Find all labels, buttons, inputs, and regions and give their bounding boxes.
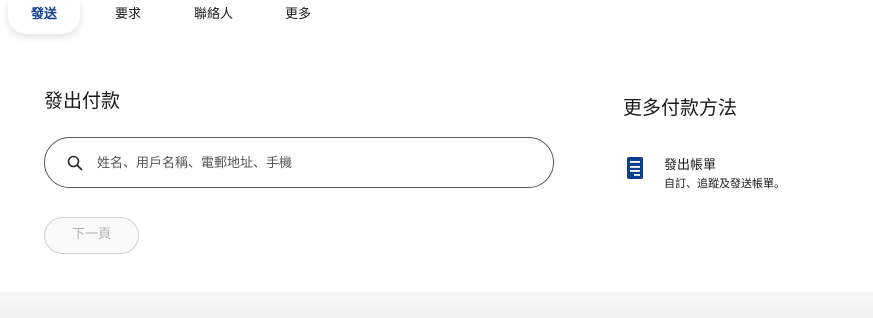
send-invoice-description: 自訂、追蹤及發送帳單。 (664, 177, 785, 190)
tab-more[interactable]: 更多 (285, 0, 311, 34)
recipient-search-field[interactable] (44, 137, 554, 188)
tab-request[interactable]: 要求 (115, 0, 141, 34)
send-invoice-link[interactable]: 發出帳單 (664, 154, 716, 173)
invoice-icon (627, 157, 643, 179)
send-payment-title: 發出付款 (44, 90, 121, 112)
bottom-area (0, 292, 873, 318)
more-methods-title: 更多付款方法 (623, 97, 738, 119)
tab-send[interactable]: 發送 (8, 0, 80, 34)
next-button[interactable]: 下一頁 (44, 217, 139, 254)
search-icon (67, 155, 83, 171)
tab-contacts[interactable]: 聯絡人 (194, 0, 233, 34)
recipient-search-input[interactable] (95, 150, 539, 176)
top-navigation: 發送 要求 聯絡人 更多 (0, 0, 873, 54)
